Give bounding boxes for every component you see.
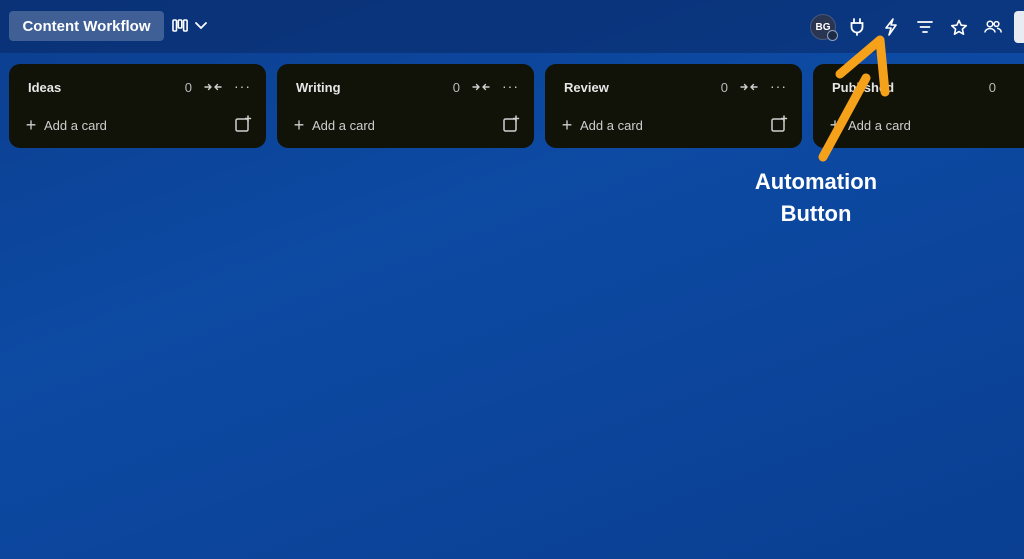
annotation-line-1: Automation [754,169,878,194]
annotation-label: Automation Button [720,166,912,230]
annotation-line-2: Button [780,201,852,226]
annotation-arrow [818,35,890,162]
